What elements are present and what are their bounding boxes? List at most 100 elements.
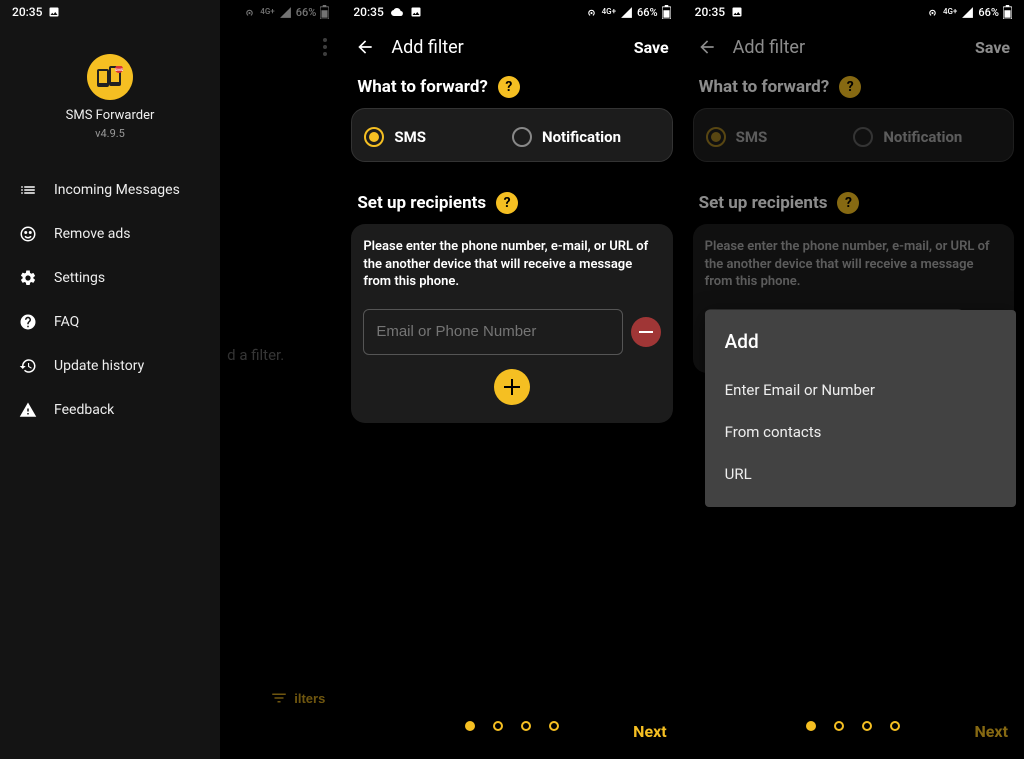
radio-label: Notification	[542, 128, 621, 146]
status-time: 20:35	[695, 5, 725, 19]
help-icon[interactable]: ?	[839, 76, 861, 98]
status-bar: 20:35 4G+ 66%	[341, 0, 682, 24]
svg-text:SMS: SMS	[115, 67, 124, 72]
radio-icon	[364, 127, 384, 147]
instructions: Please enter the phone number, e-mail, o…	[363, 238, 660, 291]
radio-notification[interactable]: Notification	[512, 127, 660, 147]
recipient-input[interactable]	[363, 309, 622, 355]
pager-dot[interactable]	[834, 721, 844, 731]
radio-sms[interactable]: SMS	[706, 127, 854, 147]
pager-dot[interactable]	[549, 721, 559, 731]
app-version: v4.9.5	[95, 127, 125, 140]
recipients-card: Please enter the phone number, e-mail, o…	[351, 224, 672, 423]
pager	[683, 721, 1024, 731]
nav-update-history[interactable]: Update history	[0, 344, 220, 388]
forward-type-card: SMS Notification	[351, 108, 672, 162]
image-icon	[410, 6, 422, 18]
page-title: Add filter	[733, 37, 959, 58]
nav-item-label: FAQ	[54, 314, 79, 330]
section-title: Set up recipients	[699, 193, 828, 213]
popup-option-url[interactable]: URL	[725, 453, 996, 495]
radio-label: SMS	[394, 128, 426, 146]
pager-dot[interactable]	[890, 721, 900, 731]
network-label: 4G+	[943, 8, 957, 16]
battery-percent: 66%	[978, 6, 999, 19]
screen-add-filter: 20:35 4G+ 66% Add filter Save What to fo…	[341, 0, 682, 759]
nav-incoming[interactable]: Incoming Messages	[0, 168, 220, 212]
hotspot-icon	[926, 6, 939, 19]
radio-icon	[512, 127, 532, 147]
radio-notification[interactable]: Notification	[853, 127, 1001, 147]
gear-icon	[18, 268, 38, 288]
section-title: Set up recipients	[357, 193, 486, 213]
nav-drawer: 20:35 SMS SMS Forwarder v4.9.5	[0, 0, 220, 759]
hotspot-icon	[585, 6, 598, 19]
nav-item-label: Incoming Messages	[54, 182, 180, 198]
popup-option-email[interactable]: Enter Email or Number	[725, 369, 996, 411]
section-title: What to forward?	[699, 77, 830, 97]
battery-percent: 66%	[637, 6, 658, 19]
radio-label: SMS	[736, 128, 768, 146]
smile-icon	[18, 224, 38, 244]
action-bar: Add filter Save	[683, 24, 1024, 70]
section-recipients: Set up recipients ?	[341, 186, 682, 224]
add-button[interactable]	[494, 369, 530, 405]
nav-settings[interactable]: Settings	[0, 256, 220, 300]
pager-dot[interactable]	[493, 721, 503, 731]
list-icon	[18, 180, 38, 200]
nav-faq[interactable]: FAQ	[0, 300, 220, 344]
nav-item-label: Settings	[54, 270, 105, 286]
section-what-to-forward: What to forward? ?	[341, 70, 682, 108]
nav-remove-ads[interactable]: Remove ads	[0, 212, 220, 256]
minus-icon	[639, 331, 653, 333]
image-icon	[731, 6, 743, 18]
plus-icon	[504, 379, 520, 395]
pager-dot[interactable]	[521, 721, 531, 731]
nav-feedback[interactable]: Feedback	[0, 388, 220, 432]
history-icon	[18, 356, 38, 376]
back-icon[interactable]	[355, 37, 375, 57]
add-popup: Add Enter Email or Number From contacts …	[705, 310, 1016, 507]
nav-item-label: Feedback	[54, 402, 114, 418]
next-button[interactable]: Next	[633, 722, 666, 741]
radio-sms[interactable]: SMS	[364, 127, 512, 147]
signal-icon	[620, 6, 633, 19]
section-what-to-forward: What to forward? ?	[683, 70, 1024, 108]
status-bar-drawer: 20:35	[0, 0, 220, 24]
save-button[interactable]: Save	[634, 38, 669, 57]
pager-dot[interactable]	[862, 721, 872, 731]
image-icon	[48, 6, 60, 18]
help-icon[interactable]: ?	[498, 76, 520, 98]
remove-button[interactable]	[631, 317, 661, 347]
status-bar: 20:35 4G+ 66%	[683, 0, 1024, 24]
battery-icon	[662, 5, 671, 19]
battery-icon	[1003, 5, 1012, 19]
popup-option-contacts[interactable]: From contacts	[725, 411, 996, 453]
warning-icon	[18, 400, 38, 420]
cloud-icon	[390, 6, 404, 18]
app-logo: SMS	[87, 54, 133, 100]
action-bar: Add filter Save	[341, 24, 682, 70]
help-icon[interactable]: ?	[496, 192, 518, 214]
nav-item-label: Update history	[54, 358, 144, 374]
drawer-header: SMS SMS Forwarder v4.9.5	[0, 24, 220, 150]
screen-add-popup: 20:35 4G+ 66% Add filter Save What to fo…	[683, 0, 1024, 759]
filters-label: ilters	[294, 691, 325, 706]
radio-icon	[853, 127, 873, 147]
back-icon[interactable]	[697, 37, 717, 57]
status-time: 20:35	[12, 5, 42, 19]
next-button[interactable]: Next	[975, 722, 1008, 741]
help-icon[interactable]: ?	[837, 192, 859, 214]
popup-title: Add	[725, 330, 996, 353]
radio-icon	[706, 127, 726, 147]
nav-item-label: Remove ads	[54, 226, 131, 242]
pager	[341, 721, 682, 731]
page-title: Add filter	[391, 37, 617, 58]
save-button[interactable]: Save	[975, 38, 1010, 57]
pager-dot[interactable]	[465, 721, 475, 731]
status-time: 20:35	[353, 5, 383, 19]
section-recipients: Set up recipients ?	[683, 186, 1024, 224]
forward-type-card: SMS Notification	[693, 108, 1014, 162]
filters-button[interactable]: ilters	[270, 689, 325, 707]
pager-dot[interactable]	[806, 721, 816, 731]
